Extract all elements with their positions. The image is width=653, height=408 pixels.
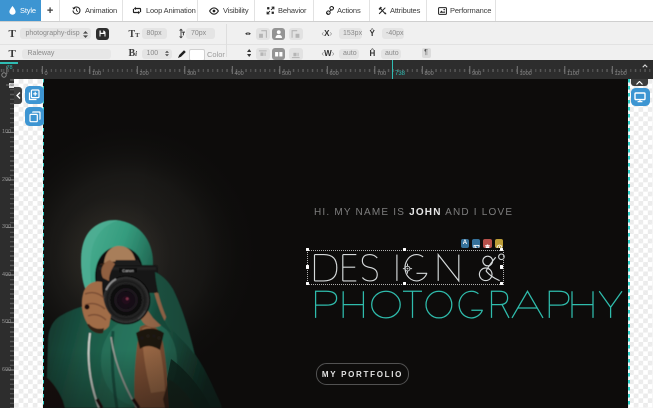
svg-text:Canon: Canon	[122, 268, 134, 273]
